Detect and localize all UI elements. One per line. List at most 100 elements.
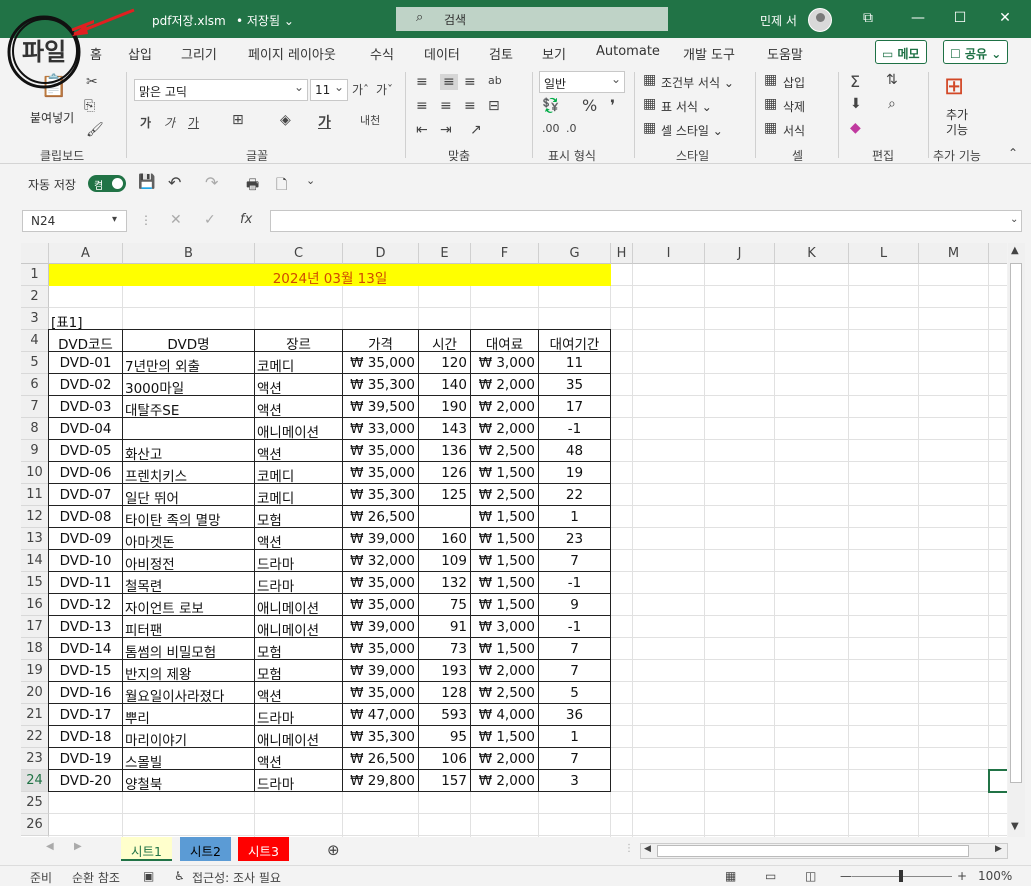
table-header-cell[interactable]: DVD코드 xyxy=(48,329,123,352)
table-cell[interactable]: DVD-15 xyxy=(48,659,123,682)
save-status[interactable]: • 저장됨 ⌄ xyxy=(236,12,294,29)
table-cell[interactable]: DVD-13 xyxy=(48,615,123,638)
grow-font-icon[interactable]: 가ˆ xyxy=(352,81,369,98)
indent-increase-icon[interactable]: ⇥ xyxy=(440,122,452,138)
table-cell[interactable]: 양철북 xyxy=(122,769,255,792)
formula-input[interactable] xyxy=(270,210,1022,232)
row-header[interactable]: 22 xyxy=(21,726,49,748)
table-cell[interactable]: 23 xyxy=(538,527,611,550)
table-cell[interactable]: ₩ 33,000 xyxy=(342,417,419,440)
table-cell[interactable]: -1 xyxy=(538,417,611,440)
table-cell[interactable]: 철목련 xyxy=(122,571,255,594)
table-cell[interactable]: 95 xyxy=(418,725,471,748)
table-label[interactable]: [표1] xyxy=(49,308,123,330)
table-cell[interactable]: ₩ 3,000 xyxy=(470,351,539,374)
table-cell[interactable]: 9 xyxy=(538,593,611,616)
tab-automate[interactable]: Automate xyxy=(596,44,660,59)
prev-sheet-icon[interactable]: ◀ xyxy=(46,841,54,852)
table-cell[interactable]: ₩ 2,000 xyxy=(470,747,539,770)
table-cell[interactable]: ₩ 1,500 xyxy=(470,593,539,616)
table-cell[interactable]: 35 xyxy=(538,373,611,396)
find-icon[interactable]: ⌕ xyxy=(888,96,896,112)
column-header[interactable]: A xyxy=(49,243,123,264)
table-cell[interactable]: 액션 xyxy=(254,439,343,462)
align-top-icon[interactable]: ≡ xyxy=(416,74,428,90)
date-banner[interactable]: 2024년 03월 13일 xyxy=(49,264,611,287)
autosum-icon[interactable]: Σ xyxy=(850,72,860,91)
ribbon-display-icon[interactable]: ⧉ xyxy=(858,10,878,26)
row-header[interactable]: 25 xyxy=(21,792,49,814)
row-header[interactable]: 3 xyxy=(21,308,49,330)
column-header[interactable]: K xyxy=(775,243,849,264)
table-cell[interactable]: 드라마 xyxy=(254,549,343,572)
font-size-select[interactable]: 11 xyxy=(310,79,348,101)
table-cell[interactable]: 애니메이션 xyxy=(254,615,343,638)
table-cell[interactable]: ₩ 1,500 xyxy=(470,527,539,550)
table-cell[interactable]: DVD-04 xyxy=(48,417,123,440)
table-cell[interactable]: 48 xyxy=(538,439,611,462)
table-cell[interactable]: 73 xyxy=(418,637,471,660)
bold-icon[interactable]: 가 xyxy=(140,114,151,131)
table-cell[interactable]: 160 xyxy=(418,527,471,550)
shrink-font-icon[interactable]: 가ˇ xyxy=(376,81,393,98)
horizontal-scrollbar[interactable]: ◀ ▶ xyxy=(640,843,1008,859)
indent-decrease-icon[interactable]: ⇤ xyxy=(416,122,428,138)
merge-icon[interactable]: ⊟ xyxy=(488,98,500,114)
table-cell[interactable]: 모험 xyxy=(254,637,343,660)
table-cell[interactable] xyxy=(122,417,255,440)
column-header[interactable]: C xyxy=(255,243,343,264)
increase-decimal-icon[interactable]: .00 xyxy=(542,122,560,135)
column-header[interactable]: B xyxy=(123,243,255,264)
table-cell[interactable]: DVD-02 xyxy=(48,373,123,396)
row-header[interactable]: 5 xyxy=(21,352,49,374)
row-header[interactable]: 16 xyxy=(21,594,49,616)
addins-icon[interactable]: ⊞ xyxy=(944,72,964,100)
tab-data[interactable]: 데이터 xyxy=(424,44,460,63)
fill-color-icon[interactable]: ◈ xyxy=(280,112,291,128)
phonetic-icon[interactable]: 내천 xyxy=(360,112,380,128)
sheet-tab-1[interactable]: 시트1 xyxy=(121,837,172,861)
table-cell[interactable]: ₩ 29,800 xyxy=(342,769,419,792)
cond-format-button[interactable]: 조건부 서식 ⌄ xyxy=(661,74,734,91)
paste-button[interactable]: 붙여넣기 xyxy=(30,109,74,126)
align-bottom-icon[interactable]: ≡ xyxy=(464,74,476,90)
table-cell[interactable]: 91 xyxy=(418,615,471,638)
table-cell[interactable]: ₩ 2,000 xyxy=(470,417,539,440)
name-box-dropdown-icon[interactable]: ▾ xyxy=(112,214,117,225)
table-cell[interactable]: ₩ 1,500 xyxy=(470,637,539,660)
align-right-icon[interactable]: ≡ xyxy=(464,98,476,114)
table-cell[interactable]: 7 xyxy=(538,747,611,770)
page-break-icon[interactable]: ◫ xyxy=(805,869,816,883)
search-input[interactable]: ⌕ 검색 xyxy=(396,7,668,31)
table-cell[interactable]: 125 xyxy=(418,483,471,506)
table-cell[interactable]: 126 xyxy=(418,461,471,484)
table-cell[interactable]: 5 xyxy=(538,681,611,704)
number-format-select[interactable]: 일반 xyxy=(539,71,625,93)
share-button[interactable]: ☐ 공유 ⌄ xyxy=(943,40,1009,64)
enter-icon[interactable]: ✓ xyxy=(204,212,216,228)
vertical-scrollbar[interactable]: ▲ ▼ xyxy=(1008,243,1025,837)
table-format-button[interactable]: 표 서식 ⌄ xyxy=(661,98,712,115)
table-cell[interactable]: DVD-10 xyxy=(48,549,123,572)
tab-insert[interactable]: 삽입 xyxy=(128,44,152,63)
scroll-left-icon[interactable]: ◀ xyxy=(644,844,651,854)
tab-review[interactable]: 검토 xyxy=(489,44,513,63)
table-cell[interactable]: 120 xyxy=(418,351,471,374)
table-cell[interactable]: -1 xyxy=(538,571,611,594)
table-cell[interactable]: 1 xyxy=(538,505,611,528)
table-cell[interactable]: 스몰빌 xyxy=(122,747,255,770)
table-cell[interactable]: 드라마 xyxy=(254,571,343,594)
table-cell[interactable]: 드라마 xyxy=(254,769,343,792)
table-cell[interactable]: 19 xyxy=(538,461,611,484)
table-cell[interactable]: 106 xyxy=(418,747,471,770)
table-cell[interactable]: 75 xyxy=(418,593,471,616)
table-cell[interactable]: ₩ 35,000 xyxy=(342,571,419,594)
table-cell[interactable]: 17 xyxy=(538,395,611,418)
page-layout-icon[interactable]: ▭ xyxy=(765,869,776,883)
border-icon[interactable]: ⊞ xyxy=(232,112,244,128)
table-cell[interactable]: 140 xyxy=(418,373,471,396)
customize-qat-icon[interactable]: ⌄ xyxy=(306,174,315,187)
table-cell[interactable]: DVD-14 xyxy=(48,637,123,660)
table-cell[interactable]: ₩ 2,500 xyxy=(470,439,539,462)
status-circular[interactable]: 순환 참조 xyxy=(72,869,120,886)
